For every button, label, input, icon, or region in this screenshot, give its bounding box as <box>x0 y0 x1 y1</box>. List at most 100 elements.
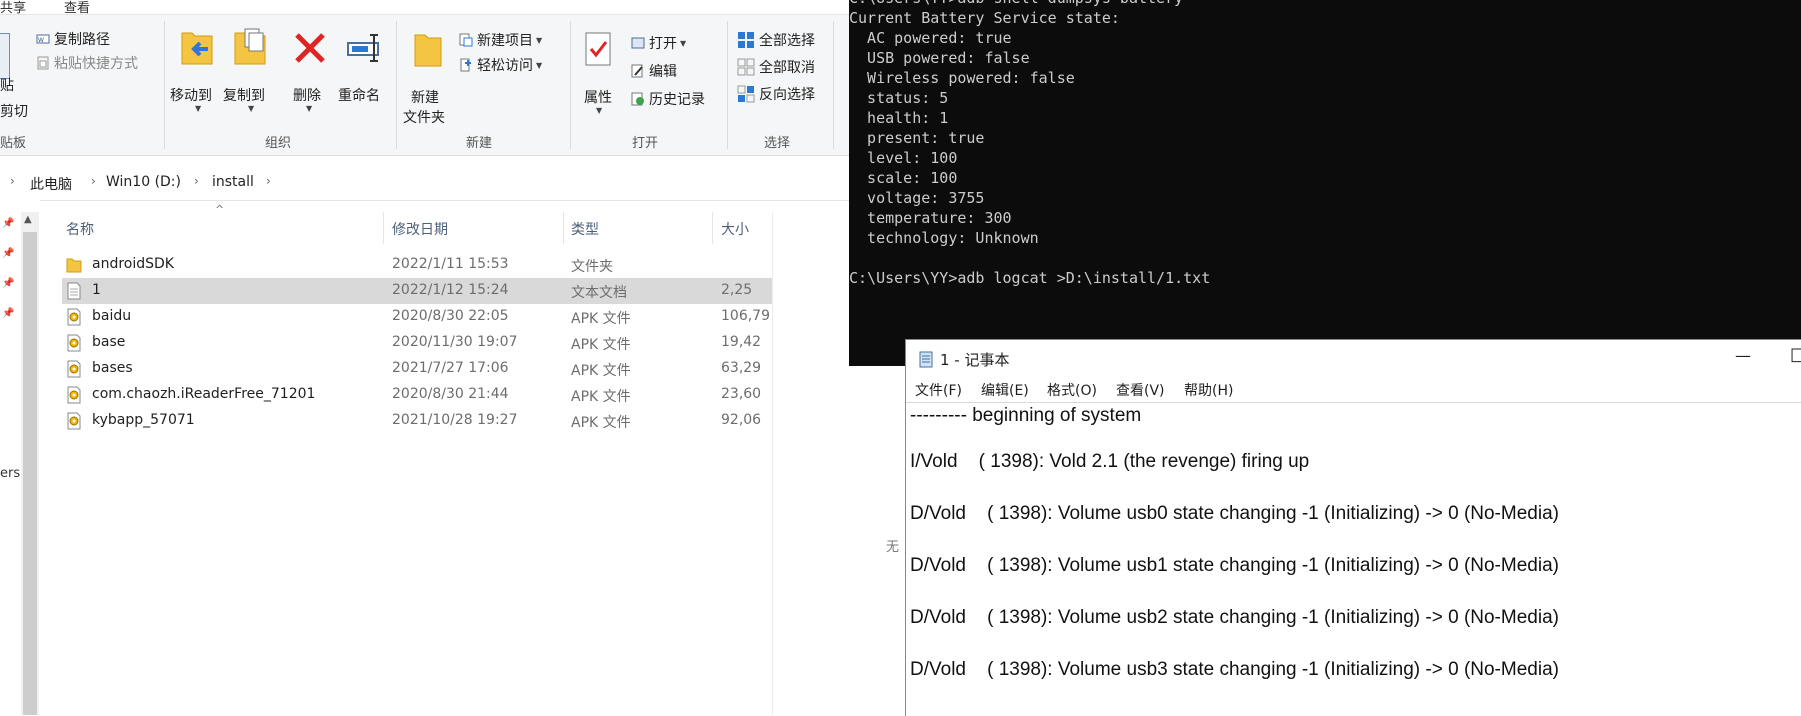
open-group-label: 打开 <box>632 136 659 151</box>
paste-shortcut-icon <box>37 56 49 70</box>
chevron-right-icon: › <box>10 174 15 188</box>
file-size: 106,79 <box>721 308 770 324</box>
paste-button[interactable]: 贴 <box>0 75 14 95</box>
move-to-button[interactable]: 移动到 ▼ <box>170 27 222 117</box>
text-file-icon <box>66 282 82 300</box>
apk-file-icon <box>66 412 82 430</box>
new-group-label: 新建 <box>466 136 493 151</box>
breadcrumb-this-pc[interactable]: 此电脑 <box>30 174 72 194</box>
chevron-down-icon: ▼ <box>536 60 543 70</box>
rename-button[interactable]: 重命名 <box>338 27 390 117</box>
minimize-button[interactable]: — <box>1735 346 1751 365</box>
new-item-button[interactable]: 新建项目 ▼ <box>459 30 542 50</box>
file-explorer-window: 共享 查看 贴 剪切 W 复制路径 粘贴快捷方式 贴板 移动到 ▼ 复制到 ▼ … <box>0 0 850 715</box>
notepad-app-icon <box>919 351 933 368</box>
text-line: D/Vold ( 1398): Volume usb0 state changi… <box>910 503 1559 524</box>
menu-view[interactable]: 查看(V) <box>1116 380 1165 400</box>
chevron-down-icon: ▼ <box>306 104 313 113</box>
easy-access-button[interactable]: 轻松访问 ▼ <box>459 55 542 75</box>
apk-file-icon <box>66 360 82 378</box>
edit-icon <box>631 64 643 78</box>
notepad-menu-bar: 文件(F) 编辑(E) 格式(O) 查看(V) 帮助(H) <box>906 378 1801 402</box>
breadcrumb-drive[interactable]: Win10 (D:) <box>106 174 181 190</box>
file-size: 2,25 <box>721 282 753 298</box>
column-divider[interactable] <box>563 212 564 244</box>
column-divider[interactable] <box>712 212 713 244</box>
history-icon <box>631 92 644 106</box>
chevron-right-icon: › <box>266 174 271 188</box>
file-name: com.chaozh.iReaderFree_71201 <box>92 386 316 402</box>
pin-icon[interactable]: 📌 <box>2 218 14 230</box>
file-row[interactable]: bases 2021/7/27 17:06 APK 文件 63,29 <box>62 356 772 382</box>
delete-button[interactable]: 删除 ▼ <box>289 27 331 117</box>
apk-file-icon <box>66 334 82 352</box>
column-header-size[interactable]: 大小 <box>721 219 749 251</box>
select-all-icon <box>738 32 754 48</box>
ribbon-separator <box>570 21 571 149</box>
chevron-down-icon: ▼ <box>195 104 202 113</box>
cut-button[interactable]: 剪切 <box>0 101 28 121</box>
tab-view[interactable]: 查看 <box>64 0 90 16</box>
copy-path-button[interactable]: W 复制路径 <box>36 29 110 49</box>
nav-item-fragment[interactable]: ers <box>0 466 20 481</box>
file-row[interactable]: 1 2022/1/12 15:24 文本文档 2,25 <box>62 278 772 304</box>
apk-file-icon <box>66 386 82 404</box>
maximize-button[interactable]: □ <box>1790 344 1801 365</box>
file-date: 2021/7/27 17:06 <box>392 360 509 376</box>
column-header-date[interactable]: 修改日期 <box>392 219 448 251</box>
select-all-button[interactable]: 全部选择 <box>737 30 815 50</box>
file-row[interactable]: base 2020/11/30 19:07 APK 文件 19,42 <box>62 330 772 356</box>
command-prompt-window[interactable]: C:\Users\YY>adb shell dumpsys battery Cu… <box>849 0 1801 366</box>
sort-ascending-icon: ^ <box>215 203 225 216</box>
pin-icon[interactable]: 📌 <box>2 248 14 260</box>
file-size: 23,60 <box>721 386 762 402</box>
paste-shortcut-button[interactable]: 粘贴快捷方式 <box>36 53 138 73</box>
pin-icon[interactable]: 📌 <box>2 278 14 290</box>
move-to-icon <box>181 32 213 65</box>
menu-edit[interactable]: 编辑(E) <box>981 380 1029 400</box>
file-row[interactable]: com.chaozh.iReaderFree_71201 2020/8/30 21… <box>62 382 772 408</box>
copy-to-button[interactable]: 复制到 ▼ <box>223 27 275 117</box>
file-name: baidu <box>92 308 132 324</box>
clipboard-group-label: 贴板 <box>0 136 27 151</box>
menu-format[interactable]: 格式(O) <box>1047 380 1097 400</box>
select-group-label: 选择 <box>764 136 791 151</box>
paste-icon[interactable] <box>0 33 10 79</box>
file-date: 2020/11/30 19:07 <box>392 334 518 350</box>
chevron-down-icon: ▼ <box>680 38 687 48</box>
select-none-button[interactable]: 全部取消 <box>737 57 815 77</box>
breadcrumb-install[interactable]: install <box>212 174 254 190</box>
file-row[interactable]: kybapp_57071 2021/10/28 19:27 APK 文件 92,06 <box>62 408 772 434</box>
new-folder-icon <box>414 34 442 67</box>
properties-button[interactable]: 属性 ▼ <box>578 27 620 127</box>
nav-scrollbar[interactable]: ▲ <box>21 212 39 715</box>
notepad-title-bar[interactable]: 1 - 记事本 — □ <box>906 340 1801 378</box>
history-button[interactable]: 历史记录 <box>631 89 705 109</box>
menu-help[interactable]: 帮助(H) <box>1184 380 1233 400</box>
ribbon: 贴 剪切 W 复制路径 粘贴快捷方式 贴板 移动到 ▼ 复制到 ▼ 删除 ▼ 重… <box>0 15 850 156</box>
file-row[interactable]: androidSDK 2022/1/11 15:53 文件夹 <box>62 252 772 278</box>
scrollbar-thumb[interactable] <box>23 232 37 715</box>
file-date: 2022/1/11 15:53 <box>392 256 509 272</box>
file-row[interactable]: baidu 2020/8/30 22:05 APK 文件 106,79 <box>62 304 772 330</box>
ribbon-separator <box>833 21 834 149</box>
file-name: 1 <box>92 282 101 298</box>
file-size: 19,42 <box>721 334 762 350</box>
scroll-up-icon[interactable]: ▲ <box>24 214 32 225</box>
file-type: APK 文件 <box>571 415 631 431</box>
file-name: kybapp_57071 <box>92 412 195 428</box>
column-header-type[interactable]: 类型 <box>571 219 599 251</box>
column-header-name[interactable]: 名称 <box>66 219 94 251</box>
column-divider[interactable] <box>383 212 384 244</box>
new-folder-button[interactable]: 新建 文件夹 <box>403 27 453 127</box>
invert-selection-button[interactable]: 反向选择 <box>737 84 815 104</box>
file-date: 2022/1/12 15:24 <box>392 282 509 298</box>
notepad-text-area[interactable]: --------- beginning of system I/Vold ( 1… <box>906 402 1801 716</box>
tab-share[interactable]: 共享 <box>0 0 26 16</box>
open-button[interactable]: 打开 ▼ <box>631 33 686 53</box>
edit-button[interactable]: 编辑 <box>631 61 677 81</box>
file-size: 92,06 <box>721 412 762 428</box>
pin-icon[interactable]: 📌 <box>2 308 14 320</box>
address-bar[interactable]: › 此电脑 › Win10 (D:) › install › <box>0 166 850 201</box>
menu-file[interactable]: 文件(F) <box>915 380 962 400</box>
